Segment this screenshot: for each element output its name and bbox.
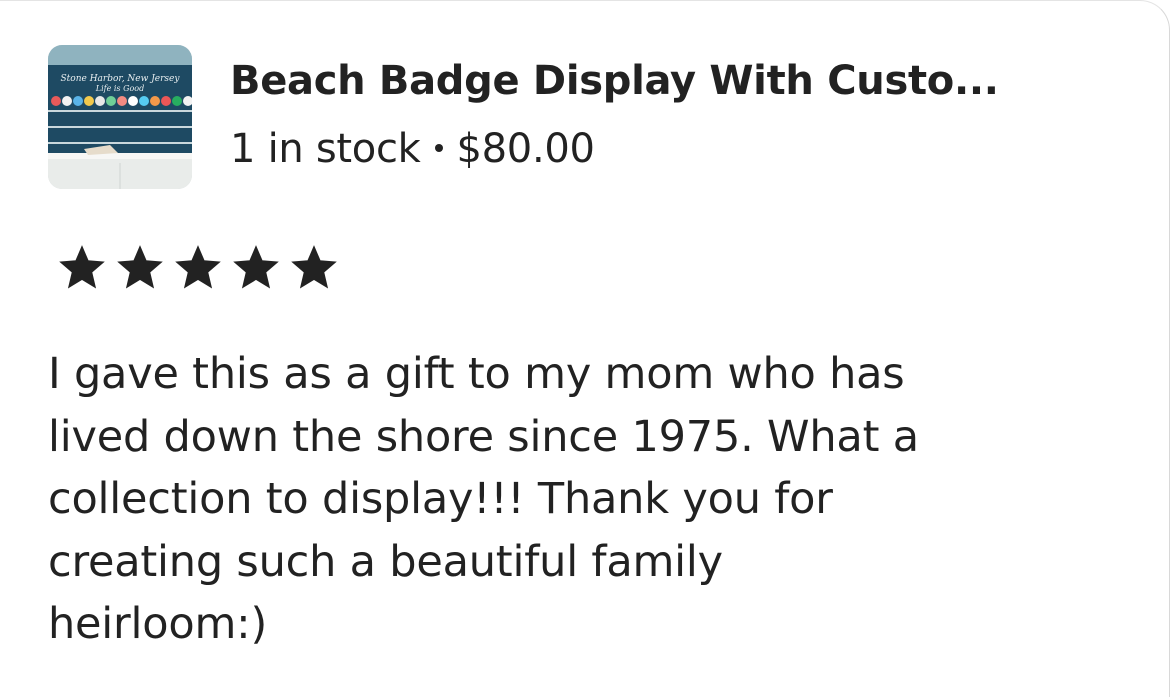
star-icon	[233, 245, 279, 289]
listing-price: $80.00	[456, 126, 595, 172]
stock-status: 1 in stock	[230, 126, 421, 172]
listing-thumbnail-image: Stone Harbor, New Jersey Life is Good	[48, 45, 192, 189]
listing-summary[interactable]: Stone Harbor, New Jersey Life is Good Be…	[48, 45, 999, 189]
listing-title[interactable]: Beach Badge Display With Custo...	[230, 51, 999, 111]
separator-dot	[434, 144, 443, 152]
star-icon	[117, 245, 163, 289]
star-rating	[54, 243, 342, 293]
review-card: Stone Harbor, New Jersey Life is Good Be…	[0, 0, 1170, 697]
star-icon	[59, 245, 105, 289]
thumbnail-sign-line2: Life is Good	[95, 84, 144, 93]
review-text: I gave this as a gift to my mom who has …	[48, 349, 919, 649]
listing-meta: 1 in stock $80.00	[230, 119, 999, 179]
thumbnail-sign-line1: Stone Harbor, New Jersey	[61, 74, 181, 84]
star-icon	[175, 245, 221, 289]
star-icon	[291, 245, 337, 289]
listing-thumbnail[interactable]: Stone Harbor, New Jersey Life is Good	[48, 45, 192, 189]
listing-text: Beach Badge Display With Custo... 1 in s…	[230, 45, 999, 179]
